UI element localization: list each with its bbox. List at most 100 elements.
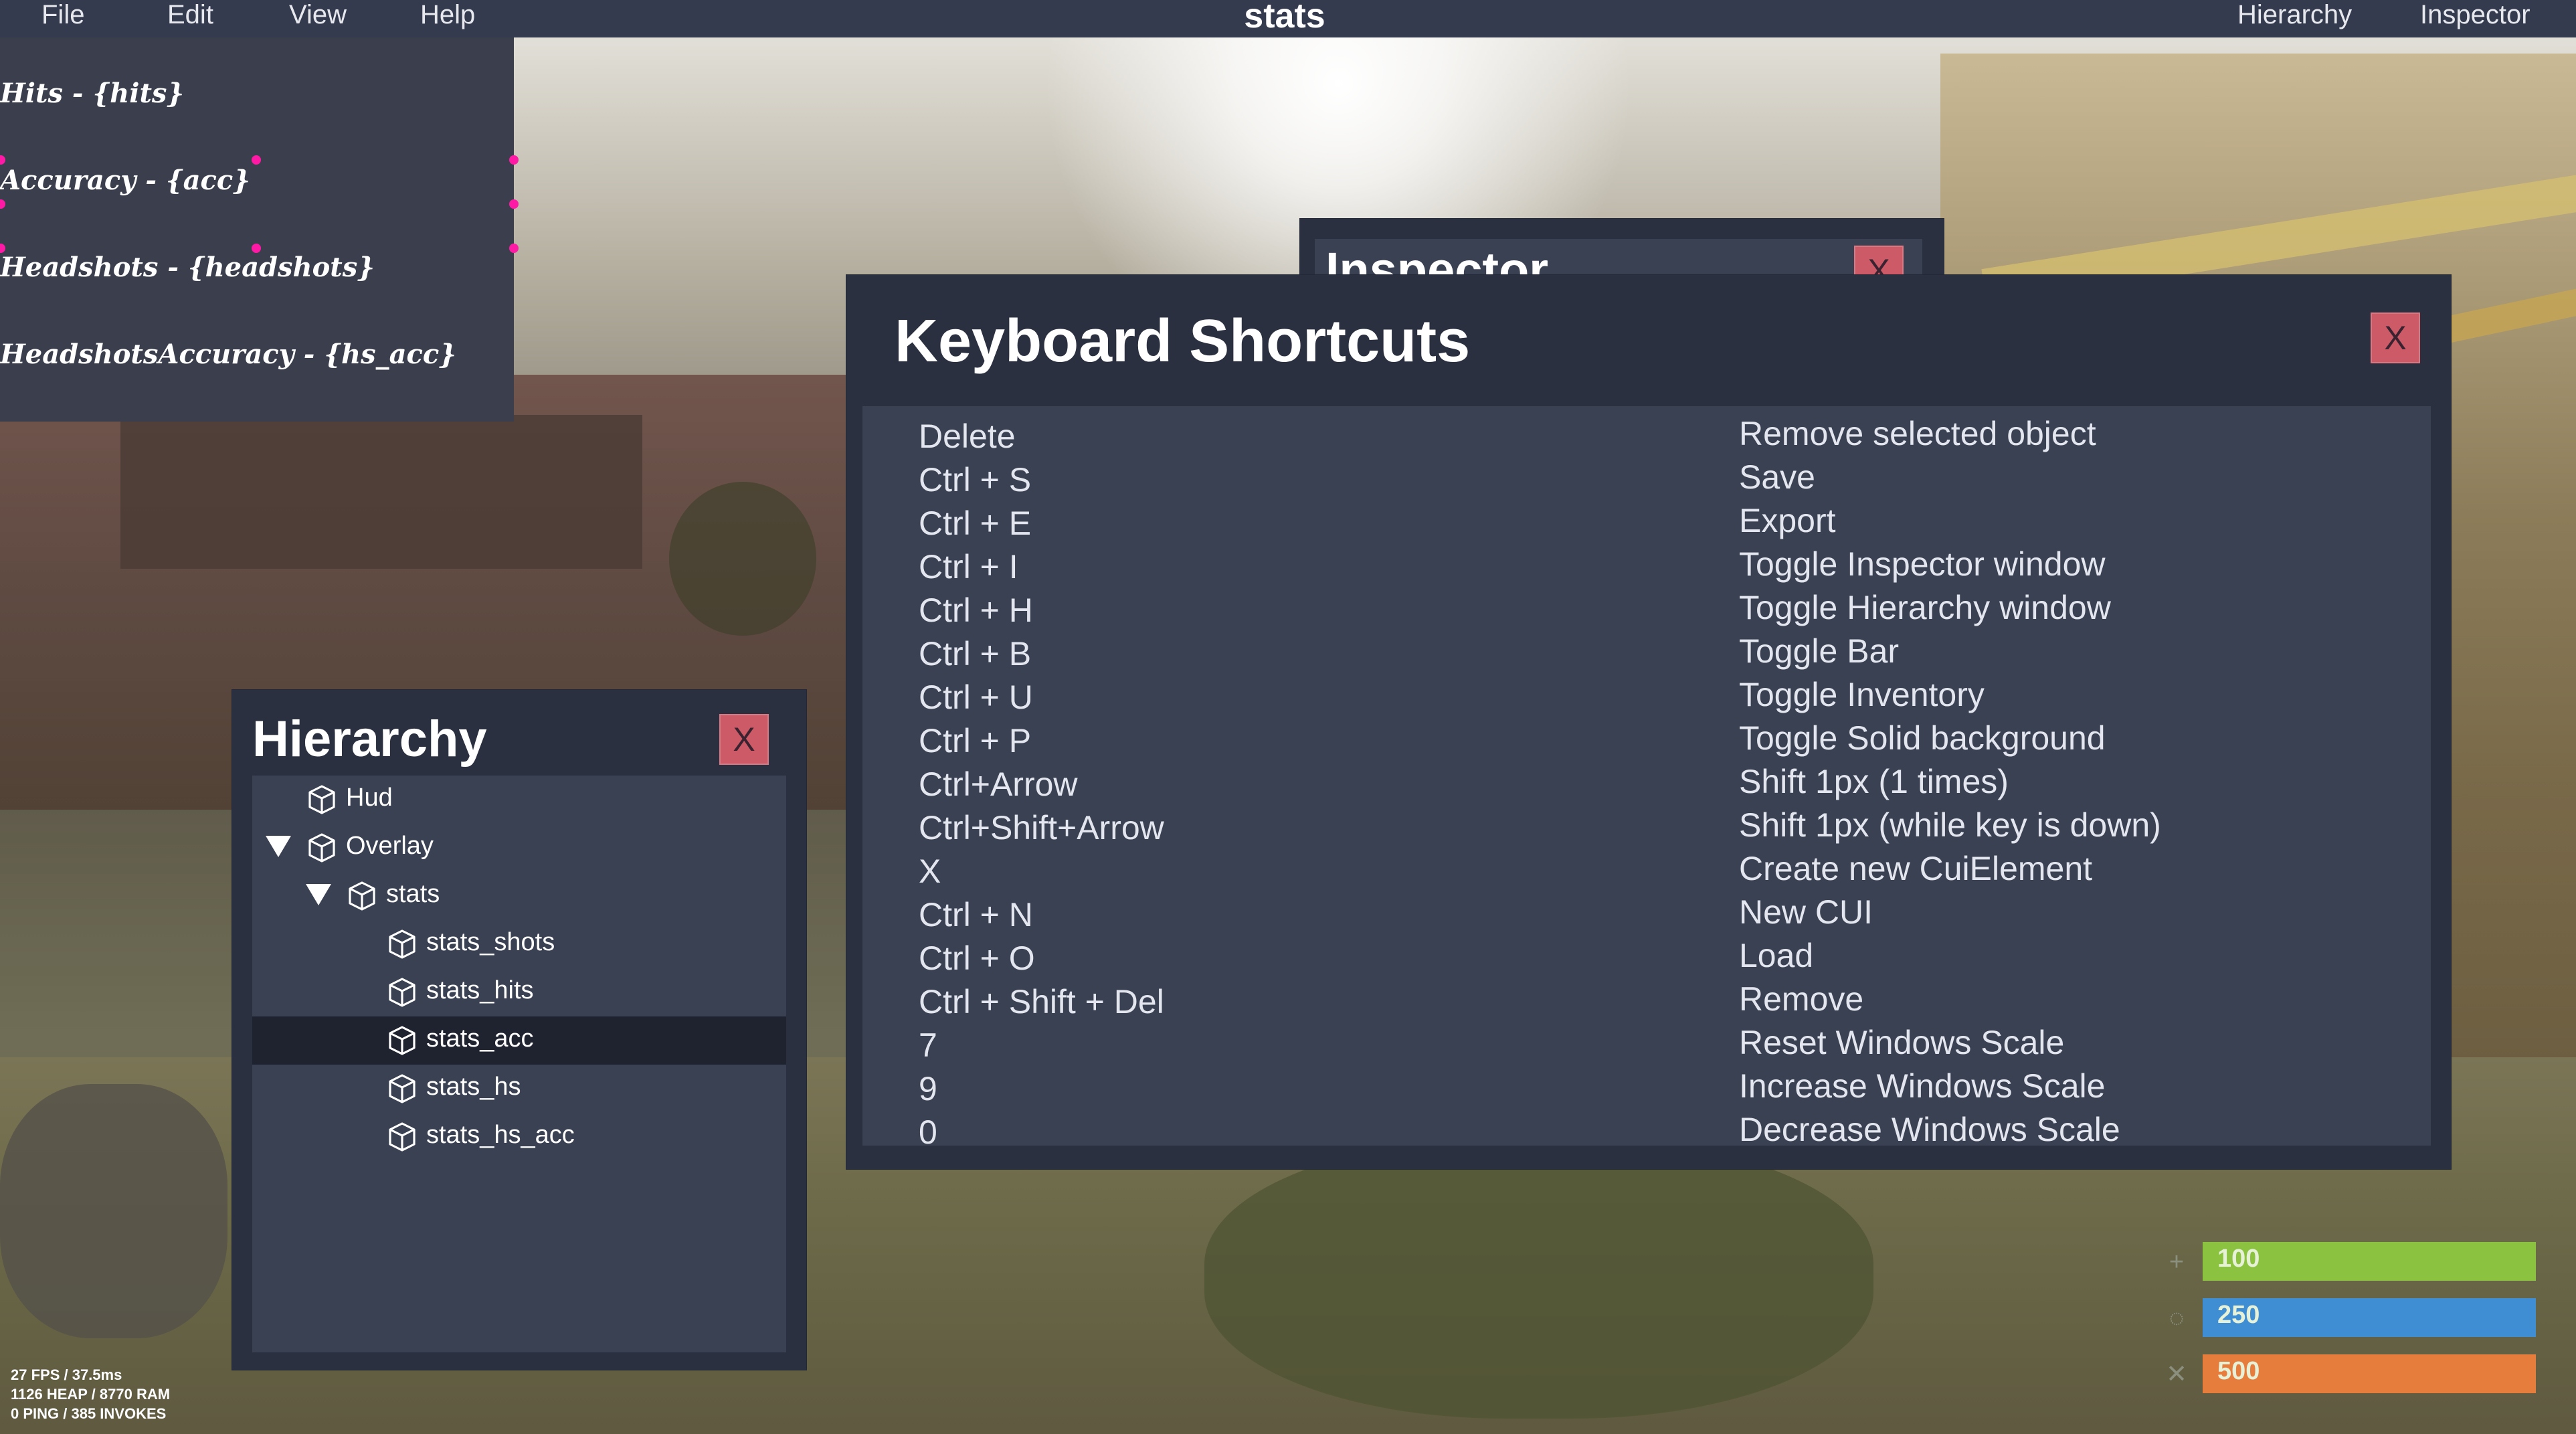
tree-item-stats-hs[interactable]: stats_hs <box>252 1065 786 1113</box>
health-icon: + <box>2169 1248 2185 1276</box>
shortcut-key: Ctrl + E <box>919 505 1032 542</box>
stats-hs-acc-text[interactable]: HeadshotsAccuracy - {hs_acc} <box>0 339 456 370</box>
project-title: stats <box>1244 0 1325 35</box>
shortcut-action: Increase Windows Scale <box>1739 1067 2106 1105</box>
shortcuts-list: Delete Remove selected object Ctrl + S Save… <box>862 406 2431 1151</box>
menu-hierarchy[interactable]: Hierarchy <box>2237 0 2352 37</box>
shortcut-key: Ctrl + O <box>919 939 1035 977</box>
shortcut-key: Ctrl + H <box>919 592 1033 629</box>
cube-icon <box>386 976 418 1008</box>
water-value: 250 <box>2217 1301 2260 1329</box>
expand-arrow-icon[interactable] <box>266 836 291 857</box>
cube-icon <box>306 784 338 816</box>
shortcut-key: Ctrl + B <box>919 635 1032 673</box>
resize-handle[interactable] <box>0 155 5 165</box>
menu-file[interactable]: File <box>41 0 84 37</box>
resize-handle[interactable] <box>0 199 5 209</box>
shortcut-key: Ctrl + S <box>919 461 1032 499</box>
tree-item-stats-hits[interactable]: stats_hits <box>252 968 786 1016</box>
shortcut-key: Ctrl + N <box>919 896 1033 933</box>
tree-item-label: stats_hits <box>426 976 534 1004</box>
shortcut-key: Ctrl + I <box>919 548 1018 586</box>
food-icon: ✕ <box>2166 1360 2187 1388</box>
stats-headshots-text[interactable]: Headshots - {headshots} <box>0 252 375 283</box>
shortcut-action: Toggle Solid background <box>1739 719 2106 757</box>
ping-line: 0 PING / 385 INVOKES <box>11 1405 167 1422</box>
shortcut-action: Toggle Bar <box>1739 632 1900 670</box>
shortcut-action: Decrease Windows Scale <box>1739 1111 2120 1148</box>
shortcut-action: Toggle Inspector window <box>1739 545 2106 583</box>
shortcut-key: 0 <box>919 1113 937 1151</box>
tree-item-label: stats_hs <box>426 1073 521 1101</box>
menu-view[interactable]: View <box>289 0 347 37</box>
menu-inspector[interactable]: Inspector <box>2420 0 2531 37</box>
keyboard-shortcuts-window[interactable]: Keyboard Shortcuts X Delete Remove select… <box>846 274 2452 1170</box>
rocks <box>0 1084 227 1338</box>
shortcut-action: Reset Windows Scale <box>1739 1024 2065 1061</box>
performance-stats: 27 FPS / 37.5ms 1126 HEAP / 8770 RAM 0 P… <box>11 1365 170 1423</box>
health-bar: 100 <box>2203 1242 2536 1281</box>
building-roof <box>120 415 642 569</box>
hierarchy-window[interactable]: Hierarchy X Hud Overlay stats stats_shotsst… <box>232 689 807 1370</box>
tree-item-hud[interactable]: Hud <box>252 776 786 824</box>
food-bar: 500 <box>2203 1354 2536 1393</box>
tree-item-label: stats_hs_acc <box>426 1121 575 1149</box>
bushes <box>1204 1138 1873 1419</box>
shortcut-action: New CUI <box>1739 893 1873 931</box>
resize-handle[interactable] <box>509 199 519 209</box>
shortcut-key: Ctrl + Shift + Del <box>919 983 1164 1020</box>
shortcut-key: 9 <box>919 1070 937 1107</box>
hierarchy-tree: Hud Overlay stats stats_shots stats_hitsstat… <box>252 776 786 1352</box>
tree-item-stats-acc[interactable]: stats_acc <box>252 1016 786 1065</box>
tree-item-label: stats <box>386 880 440 908</box>
shortcut-action: Remove selected object <box>1739 415 2096 452</box>
hierarchy-close-button[interactable]: X <box>719 714 769 765</box>
resize-handle[interactable] <box>252 155 261 165</box>
shortcut-action: Toggle Hierarchy window <box>1739 589 2111 626</box>
water-icon: ◌ <box>2169 1304 2185 1332</box>
fps-line: 27 FPS / 37.5ms <box>11 1366 122 1383</box>
shortcut-action: Shift 1px (1 times) <box>1739 763 2009 800</box>
resize-handle[interactable] <box>509 244 519 253</box>
shortcut-action: Shift 1px (while key is down) <box>1739 806 2161 844</box>
expand-arrow-icon[interactable] <box>306 884 331 905</box>
resize-handle[interactable] <box>252 244 261 253</box>
cube-icon <box>306 832 338 864</box>
stats-overlay-panel[interactable]: Hits - {hits} Accuracy - {acc} Headshots… <box>0 37 519 422</box>
cube-icon <box>386 1073 418 1105</box>
menu-help[interactable]: Help <box>420 0 475 37</box>
shortcuts-title: Keyboard Shortcuts <box>895 308 1471 375</box>
shortcut-key: Ctrl+Shift+Arrow <box>919 809 1164 846</box>
cube-icon <box>386 1024 418 1057</box>
shortcut-action: Load <box>1739 937 1814 974</box>
shortcut-action: Save <box>1739 458 1815 496</box>
tree-item-stats[interactable]: stats <box>252 872 786 920</box>
tree-item-overlay[interactable]: Overlay <box>252 824 786 872</box>
shortcut-key: Ctrl+Arrow <box>919 766 1078 803</box>
shortcut-key: 7 <box>919 1026 937 1064</box>
health-value: 100 <box>2217 1245 2260 1273</box>
stats-acc-text[interactable]: Accuracy - {acc} <box>0 165 250 196</box>
shortcut-key: Delete <box>919 418 1016 455</box>
tree-item-label: stats_shots <box>426 928 555 956</box>
shortcut-action: Create new CuiElement <box>1739 850 2093 887</box>
menu-edit[interactable]: Edit <box>167 0 213 37</box>
tree-item-label: Overlay <box>346 832 434 860</box>
shortcut-key: X <box>919 853 941 890</box>
memory-line: 1126 HEAP / 8770 RAM <box>11 1386 171 1403</box>
tree-item-stats-shots[interactable]: stats_shots <box>252 920 786 968</box>
shortcut-key: Ctrl + U <box>919 679 1033 716</box>
shortcuts-close-button[interactable]: X <box>2371 312 2420 363</box>
shortcut-action: Toggle Inventory <box>1739 676 1985 713</box>
shortcut-key: Ctrl + P <box>919 722 1032 759</box>
cube-icon <box>386 928 418 960</box>
shortcut-action: Remove <box>1739 980 1864 1018</box>
tree-item-stats-hs-acc[interactable]: stats_hs_acc <box>252 1113 786 1161</box>
resize-handle[interactable] <box>509 155 519 165</box>
menu-bar: File Edit View Help stats Hierarchy Insp… <box>0 0 2576 37</box>
stats-hits-text[interactable]: Hits - {hits} <box>0 78 184 109</box>
tree-item-label: stats_acc <box>426 1024 534 1053</box>
water-bar: 250 <box>2203 1298 2536 1337</box>
tree <box>669 482 816 636</box>
hierarchy-title: Hierarchy <box>252 711 487 768</box>
